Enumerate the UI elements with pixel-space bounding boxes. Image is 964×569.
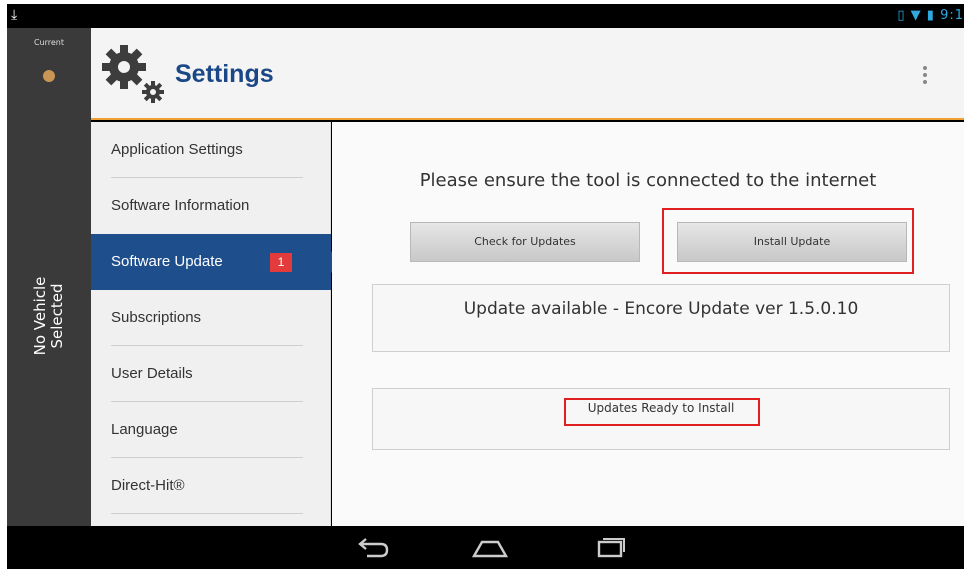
sidebar-item-software-update[interactable]: Software Update 1 — [91, 234, 341, 290]
updates-ready-text: Updates Ready to Install — [587, 401, 735, 415]
vehicle-status-dot — [43, 70, 55, 82]
sidebar-item-label: Application Settings — [111, 141, 243, 158]
install-update-button[interactable]: Install Update — [677, 222, 907, 262]
sidebar-item-label: Software Update — [111, 253, 223, 270]
update-available-panel: Update available - Encore Update ver 1.5… — [372, 284, 950, 352]
update-count-badge: 1 — [270, 253, 292, 272]
vibrate-icon: ▯ — [897, 8, 906, 23]
sidebar-item-application-settings[interactable]: Application Settings — [91, 122, 331, 178]
back-icon[interactable] — [353, 534, 393, 562]
current-label: Current — [33, 38, 65, 47]
overflow-menu-icon[interactable] — [919, 64, 931, 90]
system-nav-bar — [7, 526, 964, 569]
sidebar-item-label: Direct-Hit® — [111, 477, 185, 494]
page-title: Settings — [175, 60, 274, 88]
status-icons: ▯ ▼ ▮ 9:1 — [897, 8, 964, 23]
sidebar-item-user-details[interactable]: User Details — [91, 346, 331, 402]
sidebar-item-subscriptions[interactable]: Subscriptions — [91, 290, 331, 346]
sidebar-item-software-information[interactable]: Software Information — [91, 178, 331, 234]
sidebar-item-label: Software Information — [111, 197, 250, 214]
battery-icon: ▮ — [926, 8, 935, 23]
sidebar-item-label: User Details — [111, 365, 193, 382]
update-available-text: Update available - Encore Update ver 1.5… — [463, 299, 859, 319]
updates-ready-panel: Updates Ready to Install — [372, 388, 950, 450]
software-update-panel: Please ensure the tool is connected to t… — [332, 122, 964, 526]
download-icon: ⤓ — [11, 6, 18, 22]
sidebar-item-label: Subscriptions — [111, 309, 202, 326]
home-icon[interactable] — [470, 534, 510, 562]
status-bar: ⤓ ▯ ▼ ▮ 9:1 — [7, 4, 964, 28]
sidebar-item-direct-hit[interactable]: Direct-Hit® — [91, 458, 331, 514]
app-header: Settings — [91, 28, 964, 120]
sidebar-item-language[interactable]: Language — [91, 402, 331, 458]
device-screen: ⤓ ▯ ▼ ▮ 9:1 Current No Vehicle Selected — [7, 4, 964, 569]
wifi-icon: ▼ — [910, 8, 922, 23]
sidebar-item-label: Language — [111, 421, 178, 438]
small-gear-icon — [142, 81, 164, 103]
divider — [111, 513, 303, 514]
recent-apps-icon[interactable] — [589, 534, 629, 562]
vehicle-label-line-1: No Vehicle — [31, 276, 49, 356]
clock: 9:1 — [940, 8, 964, 23]
vehicle-rail[interactable]: Current No Vehicle Selected — [7, 28, 91, 526]
vehicle-label-line-2: Selected — [48, 283, 66, 349]
internet-notice: Please ensure the tool is connected to t… — [419, 170, 877, 191]
check-for-updates-button[interactable]: Check for Updates — [410, 222, 640, 262]
vehicle-label: No Vehicle Selected — [31, 276, 66, 356]
settings-sidebar: Application Settings Software Informatio… — [91, 122, 341, 526]
